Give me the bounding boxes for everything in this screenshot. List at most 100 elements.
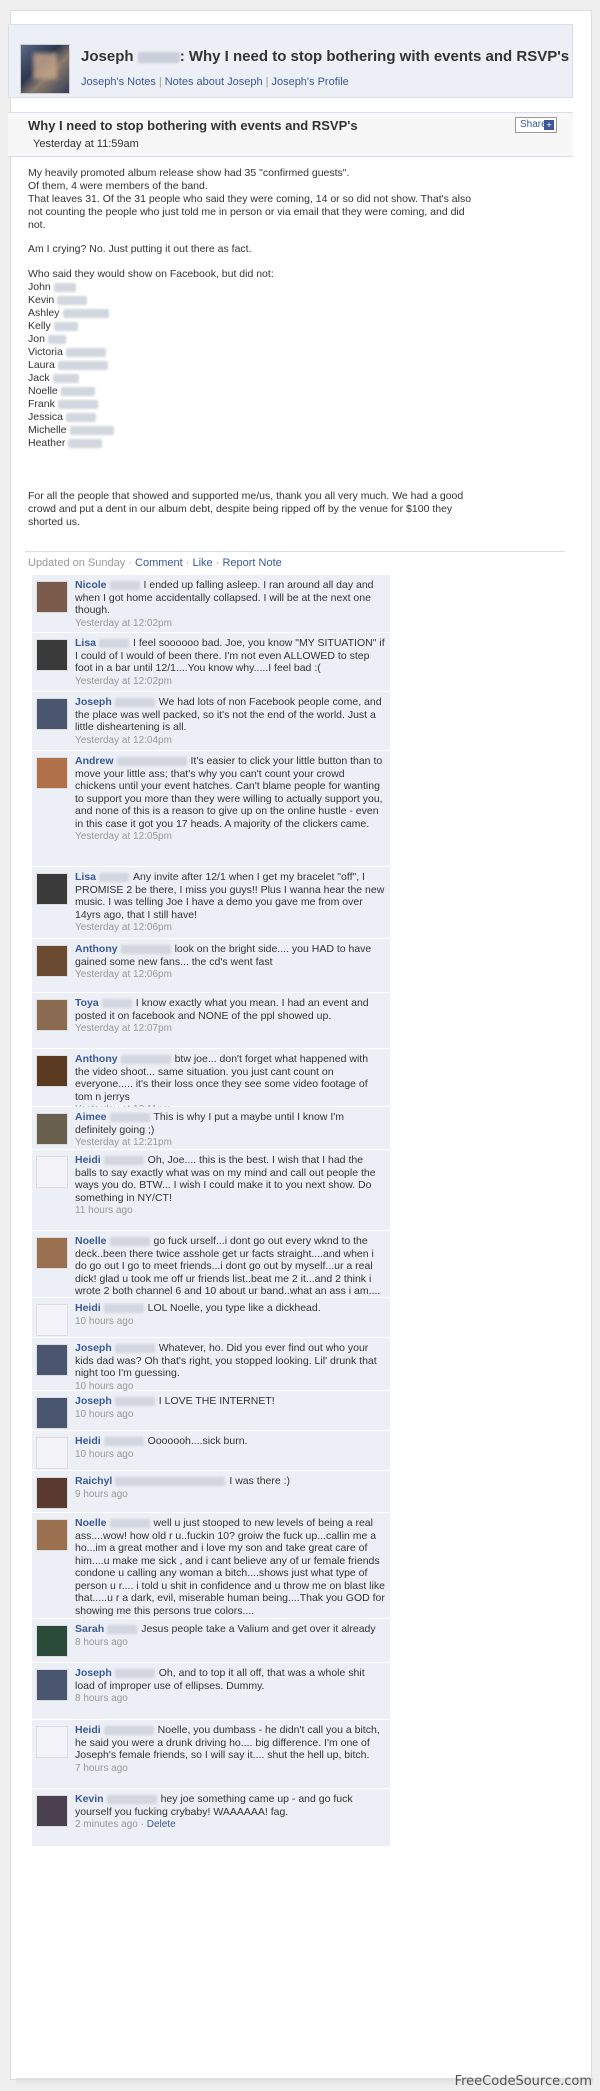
comment: Heidi Oh, Joe.... this is the best. I wis… <box>32 1150 390 1231</box>
commenter-name[interactable]: Heidi <box>75 1435 101 1447</box>
redacted-surname <box>120 944 171 954</box>
comment: Joseph Whatever, ho. Did you ever find ou… <box>32 1338 390 1393</box>
comment-body: Aimee This is why I put a maybe until I k… <box>75 1111 385 1150</box>
commenter-avatar[interactable] <box>36 1519 68 1551</box>
commenter-avatar[interactable] <box>36 945 68 977</box>
comment-body: Joseph Whatever, ho. Did you ever find ou… <box>75 1342 385 1393</box>
comment-body: Heidi Noelle, you dumbass - he didn't cal… <box>75 1724 385 1775</box>
commenter-name[interactable]: Noelle <box>75 1517 107 1529</box>
commenter-avatar[interactable] <box>36 639 68 671</box>
share-button[interactable]: Share + <box>515 117 557 133</box>
comment-time: 10 hours ago <box>75 1448 134 1460</box>
redacted-surname <box>103 1436 144 1446</box>
link-profile[interactable]: Joseph's Profile <box>271 76 348 88</box>
commenter-name[interactable]: Nicole <box>75 579 107 591</box>
note-footer: Updated on Sunday · Comment · Like · Rep… <box>28 557 282 569</box>
commenter-name[interactable]: Anthony <box>75 943 118 955</box>
link-notes-about[interactable]: Notes about Joseph <box>165 76 263 88</box>
comment: Joseph We had lots of non Facebook people… <box>32 692 390 751</box>
commenter-name[interactable]: Andrew <box>75 755 114 767</box>
no-show-name: Frank <box>28 398 98 410</box>
comment: Kevin hey joe something came up - and go … <box>32 1789 390 1847</box>
commenter-avatar[interactable] <box>36 1625 68 1657</box>
no-show-name: Kevin <box>28 294 88 306</box>
note-heading: Why I need to stop bothering with events… <box>28 118 358 133</box>
comment-time: 2 minutes ago · Delete <box>75 1819 176 1830</box>
redacted-surname <box>53 321 78 331</box>
commenter-avatar[interactable] <box>36 581 68 613</box>
commenter-avatar[interactable] <box>36 1477 68 1509</box>
comment-text: look on the bright side.... you HAD to h… <box>75 943 372 968</box>
redacted-surname <box>57 295 88 305</box>
commenter-avatar[interactable] <box>36 1726 68 1758</box>
redacted-surname <box>99 872 130 882</box>
commenter-name[interactable]: Anthony <box>75 1053 118 1065</box>
commenter-avatar[interactable] <box>36 1055 68 1087</box>
comment-body: Heidi LOL Noelle, you type like a dickhea… <box>75 1302 385 1328</box>
commenter-avatar[interactable] <box>36 1237 68 1269</box>
comment: Noelle well u just stooped to new levels … <box>32 1513 390 1629</box>
commenter-name[interactable]: Lisa <box>75 637 96 649</box>
comment-text: well u just stooped to new levels of bei… <box>75 1517 385 1617</box>
redacted-surname <box>115 1476 226 1486</box>
commenter-avatar[interactable] <box>36 1156 68 1188</box>
commenter-avatar[interactable] <box>36 698 68 730</box>
link-notes[interactable]: Joseph's Notes <box>81 76 156 88</box>
comment-link[interactable]: Comment <box>135 557 183 569</box>
redacted-surname <box>114 697 155 707</box>
author-name[interactable]: Joseph <box>81 48 134 65</box>
commenter-name[interactable]: Kevin <box>75 1793 104 1805</box>
commenter-avatar[interactable] <box>36 1304 68 1336</box>
comment-time: 10 hours ago <box>75 1315 134 1327</box>
redacted-surname <box>114 1396 155 1406</box>
comment-time: Yesterday at 12:04pm <box>75 734 172 746</box>
comment: Andrew It's easier to click your little b… <box>32 751 390 867</box>
redacted-surname <box>114 1668 155 1678</box>
commenter-avatar[interactable] <box>36 999 68 1031</box>
commenter-name[interactable]: Heidi <box>75 1154 101 1166</box>
commenter-name[interactable]: Joseph <box>75 1667 112 1679</box>
no-show-name: Michelle <box>28 424 114 436</box>
commenter-avatar[interactable] <box>36 757 68 789</box>
comment: Joseph I LOVE THE INTERNET! 10 hours ago <box>32 1391 390 1431</box>
watermark: FreeCodeSource.com <box>454 2074 592 2089</box>
note-paragraph-2: Am I crying? No. Just putting it out the… <box>28 243 252 255</box>
commenter-name[interactable]: Joseph <box>75 1342 112 1354</box>
commenter-name[interactable]: Heidi <box>75 1724 101 1736</box>
commenter-name[interactable]: Aimee <box>75 1111 107 1123</box>
no-show-name: Jon <box>28 333 66 345</box>
commenter-avatar[interactable] <box>36 1344 68 1376</box>
comment-time: Yesterday at 12:21pm <box>75 1137 172 1148</box>
comment-body: Andrew It's easier to click your little b… <box>75 755 385 844</box>
comment-time: Yesterday at 12:06pm <box>75 969 172 980</box>
commenter-avatar[interactable] <box>36 1113 68 1145</box>
comment-body: Joseph We had lots of non Facebook people… <box>75 696 385 747</box>
commenter-avatar[interactable] <box>36 1669 68 1701</box>
commenter-name[interactable]: Toya <box>75 997 99 1009</box>
commenter-name[interactable]: Raichyl <box>75 1475 112 1487</box>
commenter-avatar[interactable] <box>36 1437 68 1469</box>
comment-body: Kevin hey joe something came up - and go … <box>75 1793 385 1832</box>
comment-time: Yesterday at 12:07pm <box>75 1023 172 1034</box>
comment-text: I LOVE THE INTERNET! <box>158 1395 275 1407</box>
no-show-name: Heather <box>28 437 103 449</box>
commenter-name[interactable]: Lisa <box>75 871 96 883</box>
redacted-surname <box>69 425 114 435</box>
commenter-avatar[interactable] <box>36 1397 68 1429</box>
comment-body: Noelle well u just stooped to new levels … <box>75 1517 385 1631</box>
commenter-name[interactable]: Joseph <box>75 696 112 708</box>
author-avatar[interactable] <box>20 44 70 94</box>
redacted-surname <box>57 399 98 409</box>
delete-link[interactable]: Delete <box>147 1819 176 1830</box>
commenter-name[interactable]: Sarah <box>75 1623 104 1635</box>
commenter-avatar[interactable] <box>36 1795 68 1827</box>
commenter-name[interactable]: Joseph <box>75 1395 112 1407</box>
report-link[interactable]: Report Note <box>222 557 281 569</box>
commenter-name[interactable]: Heidi <box>75 1302 101 1314</box>
no-show-name: John <box>28 281 76 293</box>
commenter-name[interactable]: Noelle <box>75 1235 107 1247</box>
comment-text: Ooooooh....sick burn. <box>147 1435 248 1447</box>
like-link[interactable]: Like <box>193 557 213 569</box>
commenter-avatar[interactable] <box>36 873 68 905</box>
redacted-surname <box>57 360 108 370</box>
